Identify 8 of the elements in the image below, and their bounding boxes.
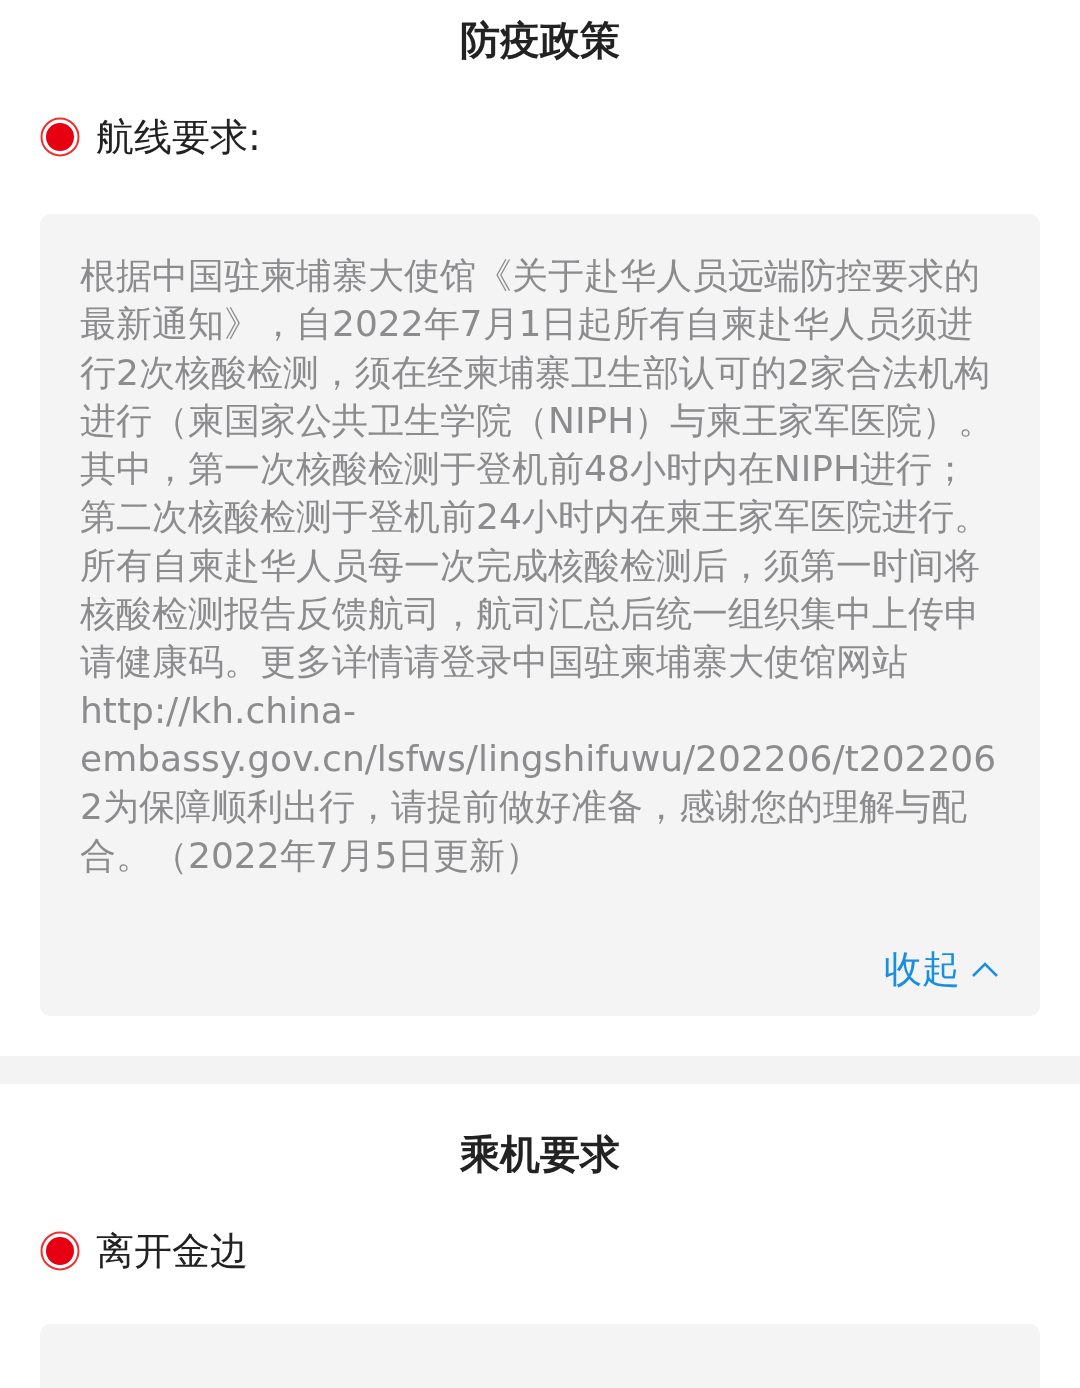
item-label: 航线要求: (96, 114, 261, 161)
bullet-icon (40, 117, 80, 157)
bullet-icon (40, 1230, 80, 1271)
policy-text: 根据中国驻柬埔寨大使馆《关于赴华人员远端防控要求的最新通知》，自2022年7月1日起所有自柬赴华人员须进行2次核酸检测，须在经柬埔寨卫生部认可的2家合法机构进行（柬国家公共卫生学院（NIPH）与柬王家军医院）。其中，第一次核酸检测于登机前48小时内在NIPH进行；第二次核酸检测于登机前24小时内在柬王家军医院进行。所有自柬赴华人员每一次完成核酸检测后，须第一时间将核酸检测报告反馈航司，航司汇总后统一组织集中上传申请健康码。更多详情请登录中国驻柬埔寨大使馆网站http://kh.china-embassy.gov.cn/lsfws/lingshifuwu/202206/t2022062为保障顺利出行，请提前做好准备，感谢您的理解与配合。（2022年7月5日更新） (80, 254, 998, 878)
section-title: 乘机要求 (459, 1129, 621, 1179)
section-title: 防疫政策 (459, 16, 621, 65)
item-label: 离开金边 (96, 1227, 248, 1275)
collapse-toggle[interactable]: 收起 (884, 943, 1000, 994)
